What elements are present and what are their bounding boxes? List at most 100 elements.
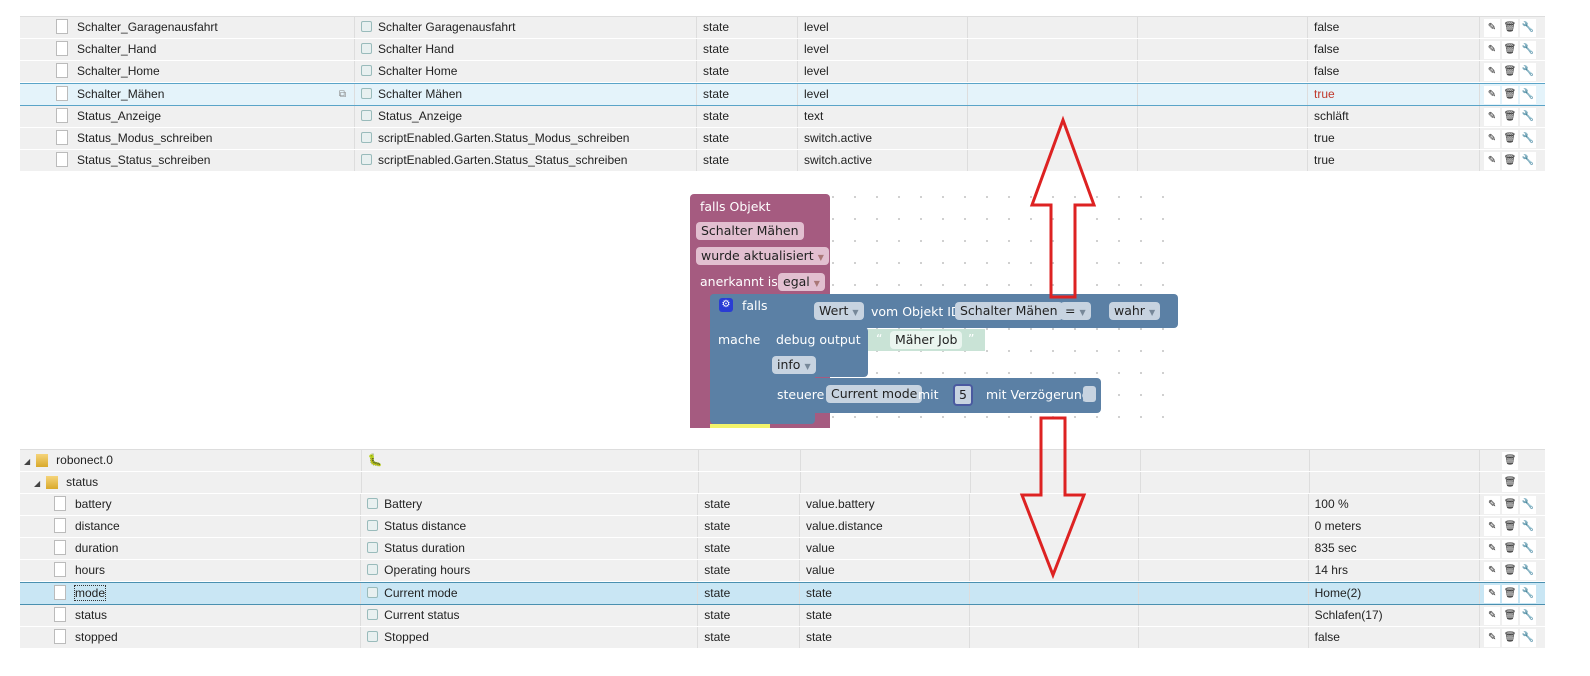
tree-row-channel[interactable]: ◢ status 🗑 bbox=[20, 472, 1545, 494]
edit-icon[interactable]: ✎ bbox=[1484, 561, 1501, 580]
wrench-icon[interactable]: 🔧 bbox=[1520, 628, 1537, 647]
delete-icon[interactable]: 🗑 bbox=[1502, 561, 1519, 580]
edit-icon[interactable]: ✎ bbox=[1484, 129, 1500, 148]
edit-icon[interactable]: ✎ bbox=[1484, 40, 1500, 59]
control-target-field[interactable]: Current mode bbox=[826, 385, 923, 403]
object-value[interactable]: 100 % bbox=[1309, 494, 1481, 515]
wrench-icon[interactable]: 🔧 bbox=[1520, 606, 1537, 625]
delay-checkbox[interactable] bbox=[1083, 386, 1096, 402]
debug-text-field[interactable]: Mäher Job bbox=[890, 331, 963, 349]
tree-row-adapter[interactable]: ◢ robonect.0 🐛 🗑 bbox=[20, 450, 1545, 472]
delete-icon[interactable]: 🗑 bbox=[1502, 85, 1518, 104]
object-value[interactable]: false bbox=[1308, 17, 1480, 38]
object-value[interactable]: false bbox=[1309, 627, 1481, 648]
object-id[interactable]: hours bbox=[75, 563, 105, 577]
delete-icon[interactable]: 🗑 bbox=[1502, 107, 1518, 126]
delete-icon[interactable]: 🗑 bbox=[1502, 473, 1519, 492]
table-row[interactable]: Schalter_Hand Schalter Hand state level fals… bbox=[20, 39, 1545, 61]
delete-icon[interactable]: 🗑 bbox=[1502, 151, 1518, 170]
blockly-workspace[interactable]: falls Objekt Schalter Mähen wurde aktual… bbox=[690, 186, 1180, 428]
wrench-icon[interactable]: 🔧 bbox=[1520, 129, 1536, 148]
object-value[interactable]: 14 hrs bbox=[1309, 560, 1481, 581]
wrench-icon[interactable]: 🔧 bbox=[1520, 517, 1537, 536]
condition-operator-dropdown[interactable]: = ▼ bbox=[1060, 302, 1091, 320]
table-row[interactable]: stopped Stopped state state false ✎ 🗑 🔧 bbox=[20, 627, 1545, 649]
delete-icon[interactable]: 🗑 bbox=[1502, 451, 1519, 470]
wrench-icon[interactable]: 🔧 bbox=[1520, 107, 1536, 126]
object-value[interactable]: false bbox=[1308, 61, 1480, 82]
edit-icon[interactable]: ✎ bbox=[1484, 18, 1500, 37]
object-id[interactable]: Schalter_Mähen bbox=[77, 87, 164, 101]
table-row[interactable]: battery Battery state value.battery 100 % ✎ 🗑 🔧 bbox=[20, 494, 1545, 516]
delete-icon[interactable]: 🗑 bbox=[1502, 584, 1519, 603]
wrench-icon[interactable]: 🔧 bbox=[1520, 18, 1536, 37]
object-id[interactable]: Schalter_Garagenausfahrt bbox=[77, 20, 218, 34]
trigger-event-dropdown[interactable]: wurde aktualisiert ▼ bbox=[696, 247, 829, 265]
object-value[interactable]: true bbox=[1308, 128, 1480, 149]
object-id[interactable]: mode bbox=[73, 585, 107, 601]
delete-icon[interactable]: 🗑 bbox=[1502, 539, 1519, 558]
table-row[interactable]: Status_Anzeige Status_Anzeige state text sch… bbox=[20, 106, 1545, 128]
object-id[interactable]: status bbox=[75, 608, 107, 622]
wrench-icon[interactable]: 🔧 bbox=[1520, 151, 1536, 170]
table-row[interactable]: duration Status duration state value 835 sec… bbox=[20, 538, 1545, 560]
object-id[interactable]: Status_Modus_schreiben bbox=[77, 131, 212, 145]
edit-icon[interactable]: ✎ bbox=[1484, 62, 1500, 81]
collapse-icon[interactable]: ◢ bbox=[24, 451, 30, 471]
edit-icon[interactable]: ✎ bbox=[1484, 495, 1501, 514]
wrench-icon[interactable]: 🔧 bbox=[1520, 584, 1537, 603]
table-row[interactable]: distance Status distance state value.distan… bbox=[20, 516, 1545, 538]
delete-icon[interactable]: 🗑 bbox=[1502, 495, 1519, 514]
delete-icon[interactable]: 🗑 bbox=[1502, 606, 1519, 625]
debug-level-dropdown[interactable]: info ▼ bbox=[772, 356, 816, 374]
condition-object-field[interactable]: Schalter Mähen bbox=[955, 302, 1063, 320]
table-row[interactable]: status Current status state state Schlafen(1… bbox=[20, 605, 1545, 627]
edit-icon[interactable]: ✎ bbox=[1484, 584, 1501, 603]
object-value[interactable]: true bbox=[1308, 84, 1480, 105]
delete-icon[interactable]: 🗑 bbox=[1502, 18, 1518, 37]
wrench-icon[interactable]: 🔧 bbox=[1520, 561, 1537, 580]
wrench-icon[interactable]: 🔧 bbox=[1520, 495, 1537, 514]
object-value[interactable]: 835 sec bbox=[1309, 538, 1481, 559]
edit-icon[interactable]: ✎ bbox=[1484, 628, 1501, 647]
collapse-icon[interactable]: ◢ bbox=[34, 473, 40, 493]
delete-icon[interactable]: 🗑 bbox=[1502, 129, 1518, 148]
object-id[interactable]: Schalter_Hand bbox=[77, 42, 156, 56]
wrench-icon[interactable]: 🔧 bbox=[1520, 40, 1536, 59]
table-row[interactable]: hours Operating hours state value 14 hrs ✎ 🗑 🔧 bbox=[20, 560, 1545, 582]
object-value[interactable]: Home(2) bbox=[1309, 583, 1481, 604]
control-value-field[interactable]: 5 bbox=[953, 384, 973, 406]
object-value[interactable]: false bbox=[1308, 39, 1480, 60]
condition-property-dropdown[interactable]: Wert ▼ bbox=[814, 302, 864, 320]
object-id[interactable]: stopped bbox=[75, 630, 118, 644]
object-id[interactable]: Status_Status_schreiben bbox=[77, 153, 210, 167]
gear-icon[interactable]: ⚙ bbox=[719, 298, 733, 312]
delete-icon[interactable]: 🗑 bbox=[1502, 517, 1519, 536]
wrench-icon[interactable]: 🔧 bbox=[1520, 62, 1536, 81]
delete-icon[interactable]: 🗑 bbox=[1502, 628, 1519, 647]
copy-icon[interactable]: ⧉ bbox=[339, 84, 346, 105]
ack-dropdown[interactable]: egal ▼ bbox=[778, 273, 825, 291]
object-id[interactable]: Schalter_Home bbox=[77, 64, 160, 78]
edit-icon[interactable]: ✎ bbox=[1484, 606, 1501, 625]
delete-icon[interactable]: 🗑 bbox=[1502, 40, 1518, 59]
object-id[interactable]: Status_Anzeige bbox=[77, 109, 161, 123]
object-value[interactable]: true bbox=[1308, 150, 1480, 171]
condition-value-dropdown[interactable]: wahr ▼ bbox=[1109, 302, 1161, 320]
object-id[interactable]: distance bbox=[75, 519, 120, 533]
table-row[interactable]: mode Current mode state state Home(2) ✎ 🗑 🔧 bbox=[20, 582, 1545, 605]
table-row[interactable]: Schalter_Garagenausfahrt Schalter Garagen… bbox=[20, 17, 1545, 39]
delete-icon[interactable]: 🗑 bbox=[1502, 62, 1518, 81]
table-row[interactable]: Schalter_Home Schalter Home state level fals… bbox=[20, 61, 1545, 83]
edit-icon[interactable]: ✎ bbox=[1484, 107, 1500, 126]
wrench-icon[interactable]: 🔧 bbox=[1520, 85, 1536, 104]
edit-icon[interactable]: ✎ bbox=[1484, 539, 1501, 558]
object-value[interactable]: 0 meters bbox=[1309, 516, 1481, 537]
edit-icon[interactable]: ✎ bbox=[1484, 85, 1500, 104]
object-id[interactable]: duration bbox=[75, 541, 118, 555]
object-value[interactable]: Schlafen(17) bbox=[1309, 605, 1481, 626]
edit-icon[interactable]: ✎ bbox=[1484, 517, 1501, 536]
table-row[interactable]: Schalter_Mähen ⧉ Schalter Mähen state level t… bbox=[20, 83, 1545, 106]
table-row[interactable]: Status_Status_schreiben scriptEnabled.Gar… bbox=[20, 150, 1545, 172]
trigger-object-field[interactable]: Schalter Mähen bbox=[696, 222, 804, 240]
